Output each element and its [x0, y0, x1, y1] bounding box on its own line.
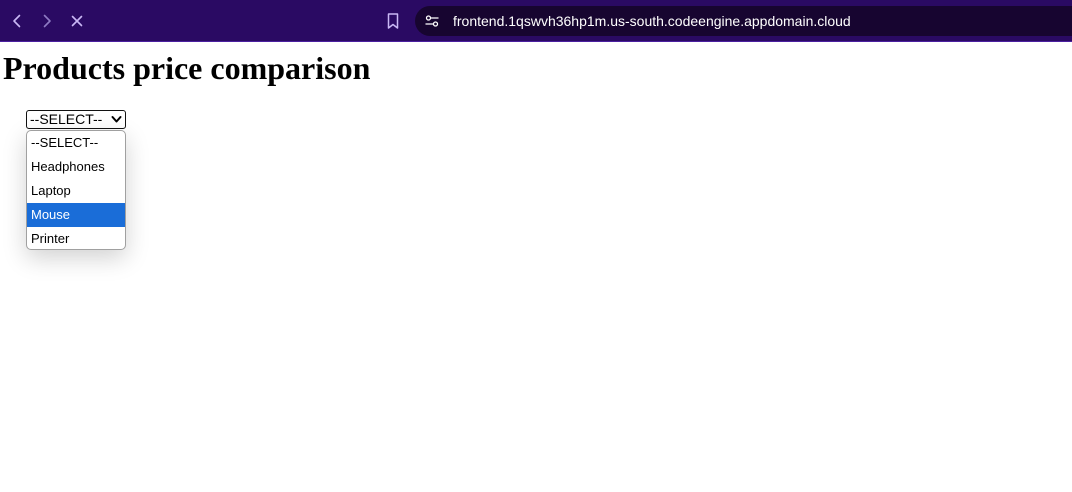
product-select[interactable]: --SELECT-- — [26, 110, 126, 129]
bookmark-button[interactable] — [383, 11, 403, 31]
page-title: Products price comparison — [3, 50, 371, 86]
chevron-left-icon — [13, 14, 21, 28]
chevron-down-icon — [111, 116, 122, 123]
close-icon — [71, 15, 83, 27]
product-select-options: --SELECT-- Headphones Laptop Mouse Print… — [26, 130, 126, 250]
back-button[interactable] — [7, 11, 27, 31]
select-option-headphones[interactable]: Headphones — [27, 155, 125, 179]
forward-button[interactable] — [37, 11, 57, 31]
select-option-printer[interactable]: Printer — [27, 227, 125, 249]
select-option-select[interactable]: --SELECT-- — [27, 131, 125, 155]
stop-button[interactable] — [67, 11, 87, 31]
url-text[interactable]: frontend.1qswvh36hp1m.us-south.codeengin… — [453, 13, 851, 29]
bookmark-icon — [387, 13, 399, 29]
select-option-mouse[interactable]: Mouse — [27, 203, 125, 227]
tune-icon[interactable] — [424, 13, 440, 29]
address-bar[interactable]: frontend.1qswvh36hp1m.us-south.codeengin… — [415, 6, 1072, 36]
select-current-value: --SELECT-- — [30, 111, 103, 127]
select-option-laptop[interactable]: Laptop — [27, 179, 125, 203]
browser-toolbar: frontend.1qswvh36hp1m.us-south.codeengin… — [0, 0, 1072, 42]
chevron-right-icon — [43, 14, 51, 28]
